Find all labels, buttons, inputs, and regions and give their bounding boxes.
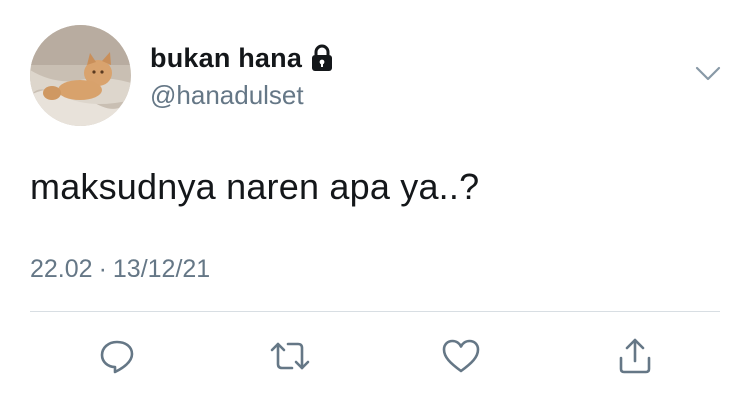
reply-button[interactable] — [93, 332, 141, 380]
lock-icon — [310, 44, 334, 72]
user-handle[interactable]: @hanadulset — [150, 80, 304, 111]
avatar[interactable] — [30, 25, 131, 126]
display-name-row: bukan hana — [150, 40, 334, 76]
meta-separator: · — [98, 255, 107, 283]
divider — [30, 311, 720, 312]
chevron-down-icon — [695, 66, 721, 81]
tweet-timestamp[interactable]: 22.02 · 13/12/21 — [30, 255, 210, 284]
more-options-button[interactable] — [693, 63, 723, 85]
like-button[interactable] — [437, 332, 485, 380]
retweet-button[interactable] — [266, 332, 314, 380]
tweet-time: 22.02 — [30, 255, 93, 283]
tweet-card: bukan hana @hanadulset maksudnya naren a… — [0, 0, 750, 401]
cat-avatar-icon — [30, 25, 131, 126]
tweet-date: 13/12/21 — [112, 255, 211, 283]
display-name[interactable]: bukan hana — [150, 43, 302, 74]
action-bar — [0, 332, 750, 380]
tweet-text: maksudnya naren apa ya..? — [30, 166, 480, 207]
share-button[interactable] — [611, 332, 659, 380]
heart-icon — [442, 339, 480, 373]
share-icon — [619, 338, 651, 374]
retweet-icon — [270, 342, 310, 370]
reply-icon — [100, 340, 134, 374]
